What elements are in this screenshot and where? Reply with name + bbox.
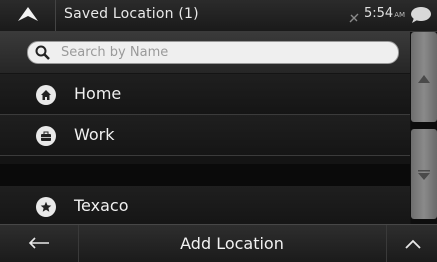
search-input[interactable]: Search by Name (27, 41, 399, 64)
scroll-down-button[interactable] (411, 129, 437, 219)
clock: 5:54AM (364, 6, 405, 21)
saved-locations-screen: Saved Location (1) 5:54AM Search by Name… (0, 0, 437, 262)
list-item-work[interactable]: Work (0, 115, 410, 156)
gps-off-icon (348, 9, 360, 28)
collapse-button[interactable] (386, 225, 437, 262)
scrollbar (411, 32, 437, 224)
page-title: Saved Location (1) (64, 6, 199, 22)
chevron-up-icon (404, 234, 421, 253)
list-item-label: Home (74, 84, 122, 103)
home-icon (36, 85, 56, 105)
scroll-up-button[interactable] (411, 32, 437, 122)
header-bar: Saved Location (1) 5:54AM (0, 0, 437, 32)
back-button[interactable] (0, 225, 79, 262)
clock-time: 5:54 (364, 6, 394, 21)
clock-ampm: AM (394, 11, 406, 19)
footer-bar: Add Location (0, 224, 437, 262)
triangle-up-icon (418, 68, 430, 87)
nav-button[interactable] (0, 0, 56, 31)
list-item-texaco[interactable]: Texaco (0, 186, 410, 227)
list-item-label: Texaco (74, 196, 129, 215)
search-placeholder: Search by Name (61, 45, 169, 60)
list-item-home[interactable]: Home (0, 74, 410, 115)
star-icon (36, 197, 56, 217)
add-location-button[interactable]: Add Location (79, 225, 385, 262)
search-icon (35, 45, 51, 64)
navigation-arrow-icon (17, 6, 38, 25)
triangle-down-icon (418, 165, 430, 184)
section-divider (0, 164, 410, 186)
briefcase-icon (36, 126, 56, 146)
search-row: Search by Name (0, 32, 410, 73)
location-list: Search by Name Home Work Texaco (0, 32, 410, 227)
arrow-left-icon (28, 234, 50, 253)
list-item-label: Work (74, 125, 115, 144)
chat-bubble-icon[interactable] (410, 6, 432, 28)
